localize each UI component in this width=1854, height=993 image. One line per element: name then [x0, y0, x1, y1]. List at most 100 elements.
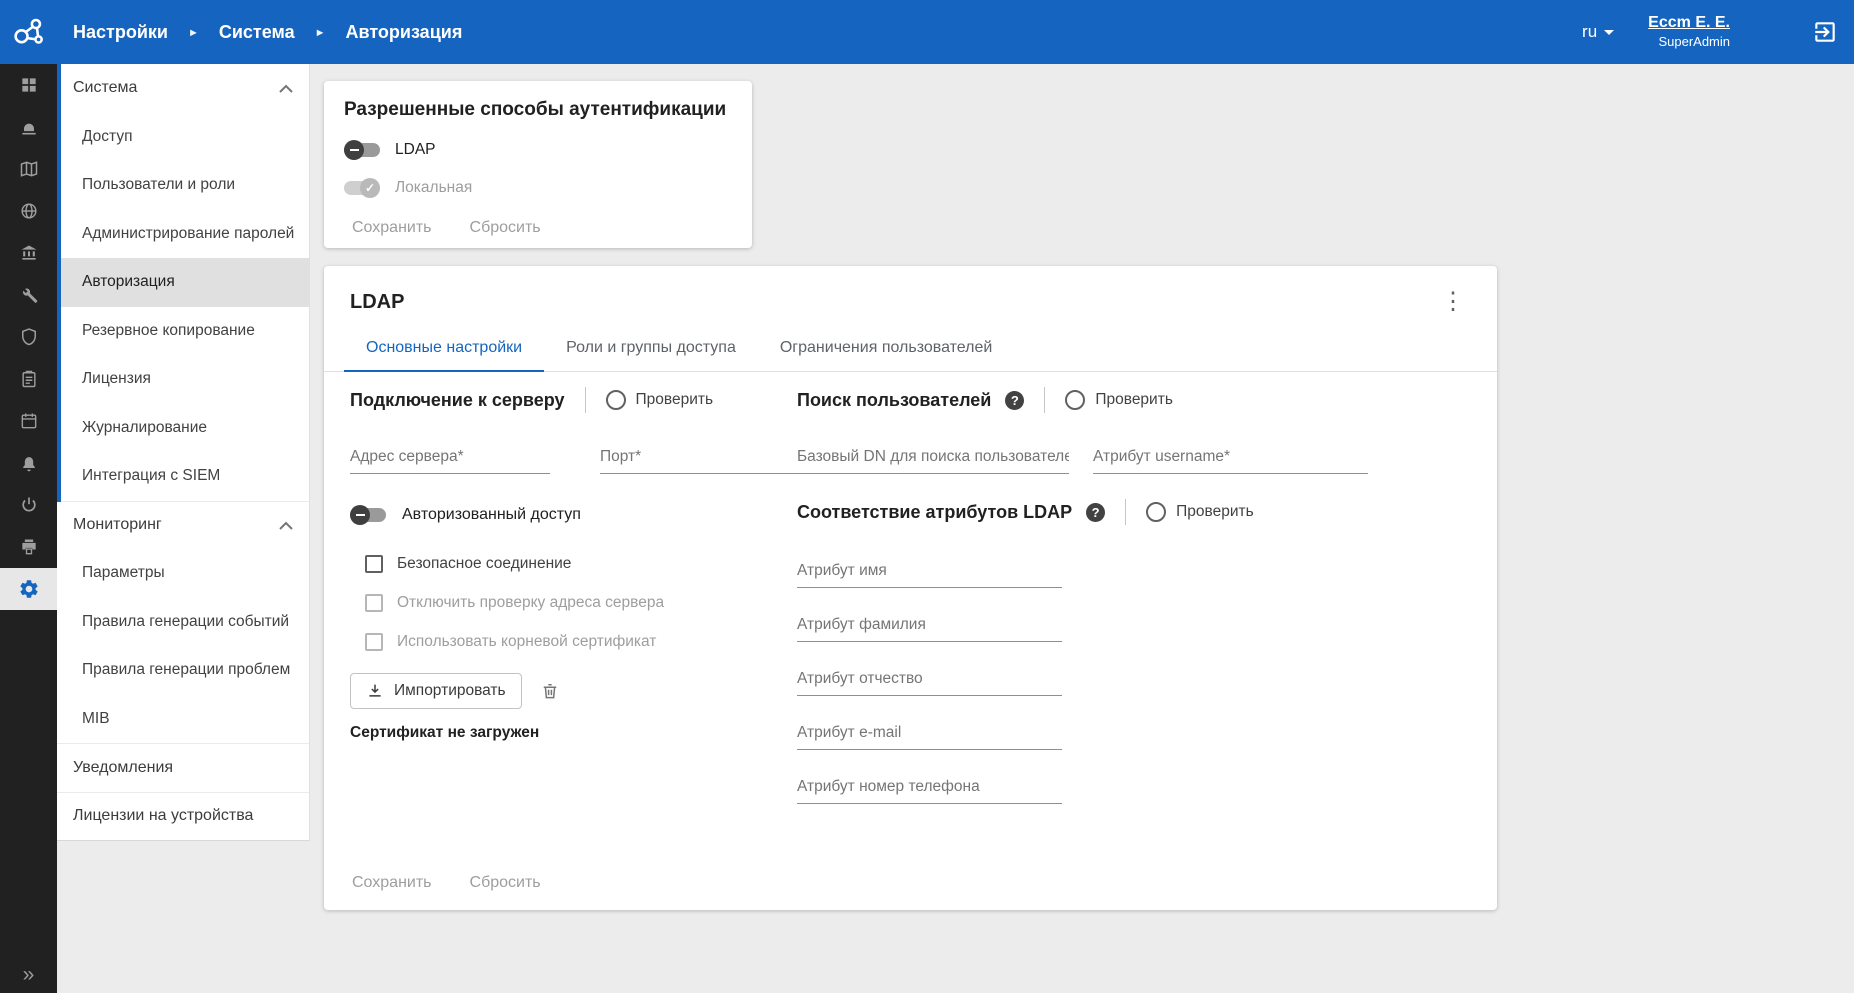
- port-input[interactable]: [600, 436, 800, 474]
- sidebar-section-notifications[interactable]: Уведомления: [57, 743, 309, 792]
- sidebar-item-parameters[interactable]: Параметры: [57, 549, 309, 598]
- topbar-right: ru Eccm E. E. SuperAdmin: [1582, 13, 1854, 50]
- local-toggle-row: Локальная: [344, 173, 732, 203]
- sidebar-item-access[interactable]: Доступ: [57, 113, 309, 162]
- import-button[interactable]: Импортировать: [350, 673, 522, 709]
- rail-item-settings[interactable]: [0, 568, 57, 610]
- username-attribute-input[interactable]: [1093, 436, 1368, 474]
- infrastructure-icon: [19, 243, 39, 263]
- reset-button[interactable]: Сбросить: [468, 870, 543, 896]
- save-button[interactable]: Сохранить: [350, 215, 434, 241]
- auth-methods-title: Разрешенные способы аутентификации: [344, 99, 732, 121]
- rail-item-tools[interactable]: [0, 274, 57, 316]
- connection-check-radio[interactable]: [606, 390, 626, 410]
- breadcrumb-arrow-icon: ►: [188, 27, 199, 39]
- help-icon[interactable]: ?: [1086, 503, 1105, 522]
- delete-certificate-button[interactable]: [540, 681, 560, 701]
- rail-item-calendar[interactable]: [0, 400, 57, 442]
- logout-button[interactable]: [1812, 19, 1838, 45]
- server-address-input[interactable]: [350, 436, 550, 474]
- sidebar-item-siem-integration[interactable]: Интеграция с SIEM: [57, 452, 309, 501]
- secure-connection-checkbox[interactable]: [365, 555, 383, 573]
- user-search-section: Поиск пользователей ? Проверить Соответс…: [797, 378, 1437, 804]
- printer-icon: [19, 537, 39, 557]
- vertical-divider: [585, 387, 586, 413]
- ldap-toggle-row: LDAP: [344, 135, 732, 165]
- breadcrumb: Настройки ► Система ► Авторизация: [73, 22, 462, 43]
- attr-mapping-check-radio[interactable]: [1146, 502, 1166, 522]
- user-menu[interactable]: Eccm E. E. SuperAdmin: [1648, 13, 1730, 50]
- local-auth-toggle: [344, 181, 380, 195]
- disable-address-check-checkbox: [365, 594, 383, 612]
- tab-main-settings[interactable]: Основные настройки: [344, 326, 544, 372]
- sidebar-item-users-roles[interactable]: Пользователи и роли: [57, 161, 309, 210]
- sidebar-item-event-rules[interactable]: Правила генерации событий: [57, 598, 309, 647]
- user-search-check-label: Проверить: [1095, 391, 1173, 409]
- user-search-fields: [797, 436, 1437, 474]
- rail-item-alerts[interactable]: [0, 106, 57, 148]
- rail-expand-button[interactable]: »: [0, 963, 57, 987]
- connection-checkboxes: Безопасное соединение Отключить проверку…: [350, 544, 795, 661]
- dashboard-icon: [19, 75, 39, 95]
- tab-roles-groups[interactable]: Роли и группы доступа: [544, 326, 758, 371]
- rail-item-infrastructure[interactable]: [0, 232, 57, 274]
- attr-mapping-check-label: Проверить: [1176, 503, 1254, 521]
- breadcrumb-settings[interactable]: Настройки: [73, 22, 168, 43]
- app-logo[interactable]: [0, 17, 57, 47]
- last-name-attribute-input[interactable]: [797, 604, 1062, 642]
- sidebar-item-problem-rules[interactable]: Правила генерации проблем: [57, 646, 309, 695]
- icon-rail: »: [0, 64, 57, 993]
- auth-methods-card: Разрешенные способы аутентификации LDAP …: [324, 81, 752, 248]
- sidebar-section-label: Лицензии на устройства: [73, 807, 253, 825]
- help-icon[interactable]: ?: [1005, 391, 1024, 410]
- tab-user-restrictions[interactable]: Ограничения пользователей: [758, 326, 1014, 371]
- first-name-attribute-input[interactable]: [797, 550, 1062, 588]
- rail-item-tasks[interactable]: [0, 358, 57, 400]
- user-role: SuperAdmin: [1648, 34, 1730, 50]
- sidebar-section-monitoring[interactable]: Мониторинг: [57, 501, 309, 550]
- calendar-icon: [19, 411, 39, 431]
- language-selector[interactable]: ru: [1582, 22, 1614, 42]
- rail-item-power[interactable]: [0, 484, 57, 526]
- save-button[interactable]: Сохранить: [350, 870, 434, 896]
- base-dn-input[interactable]: [797, 436, 1069, 474]
- user-search-check-radio[interactable]: [1065, 390, 1085, 410]
- map-icon: [19, 159, 39, 179]
- authorized-access-label: Авторизованный доступ: [402, 506, 581, 524]
- phone-attribute-input[interactable]: [797, 766, 1062, 804]
- sidebar: Система Доступ Пользователи и роли Админ…: [57, 64, 310, 841]
- user-name[interactable]: Eccm E. E.: [1648, 13, 1730, 33]
- rail-item-map[interactable]: [0, 148, 57, 190]
- sidebar-section-device-licenses[interactable]: Лицензии на устройства: [57, 792, 309, 841]
- toggle-check-icon: [360, 178, 380, 198]
- email-attribute-input[interactable]: [797, 712, 1062, 750]
- rail-item-dashboard[interactable]: [0, 64, 57, 106]
- sidebar-item-logging[interactable]: Журналирование: [57, 404, 309, 453]
- authorized-access-toggle[interactable]: [350, 508, 386, 522]
- sidebar-item-license[interactable]: Лицензия: [57, 355, 309, 404]
- sidebar-item-mib[interactable]: MIB: [57, 695, 309, 744]
- connection-fields: [350, 436, 795, 474]
- ldap-card-actions: Сохранить Сбросить: [350, 870, 543, 896]
- sidebar-item-authorization[interactable]: Авторизация: [57, 258, 309, 307]
- sidebar-section-label: Система: [73, 79, 137, 97]
- ldap-toggle[interactable]: [344, 143, 380, 157]
- sidebar-item-backup[interactable]: Резервное копирование: [57, 307, 309, 356]
- breadcrumb-authorization[interactable]: Авторизация: [346, 22, 463, 43]
- local-auth-toggle-label: Локальная: [395, 179, 472, 197]
- user-search-title: Поиск пользователей: [797, 390, 991, 411]
- sidebar-item-password-admin[interactable]: Администрирование паролей: [57, 210, 309, 259]
- rail-item-security[interactable]: [0, 316, 57, 358]
- middle-name-attribute-input[interactable]: [797, 658, 1062, 696]
- sidebar-section-system[interactable]: Система: [57, 64, 309, 113]
- shield-icon: [19, 327, 39, 347]
- breadcrumb-system[interactable]: Система: [219, 22, 295, 43]
- rail-item-devices[interactable]: [0, 526, 57, 568]
- reset-button[interactable]: Сбросить: [468, 215, 543, 241]
- attr-mapping-title: Соответствие атрибутов LDAP: [797, 502, 1072, 523]
- rail-item-web[interactable]: [0, 190, 57, 232]
- kebab-menu-icon[interactable]: ⋮: [1437, 290, 1469, 314]
- chevron-up-icon: [279, 84, 293, 93]
- rail-item-notifications[interactable]: [0, 442, 57, 484]
- language-label: ru: [1582, 22, 1597, 42]
